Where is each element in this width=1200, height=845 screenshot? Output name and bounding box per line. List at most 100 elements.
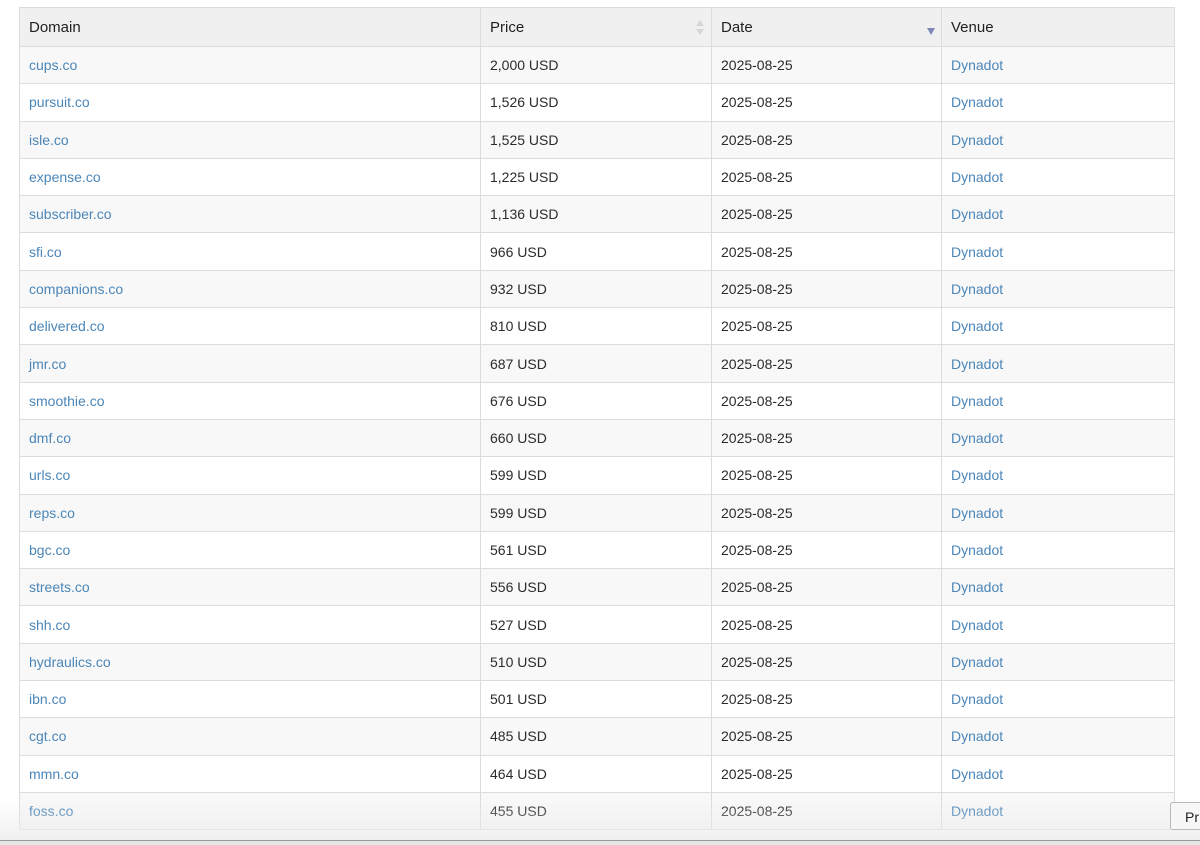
domain-link[interactable]: smoothie.co	[29, 393, 104, 409]
domain-link[interactable]: isle.co	[29, 132, 69, 148]
venue-cell: Dynadot	[941, 120, 1175, 159]
venue-cell: Dynadot	[941, 269, 1175, 309]
venue-link[interactable]: Dynadot	[951, 617, 1003, 633]
venue-link[interactable]: Dynadot	[951, 356, 1003, 372]
price-cell: 660 USD	[490, 430, 547, 447]
price-cell: 810 USD	[490, 318, 547, 335]
domain-link[interactable]: ibn.co	[29, 691, 66, 707]
date-cell: 2025-08-25	[721, 131, 793, 148]
column-header-date[interactable]: Date	[711, 7, 942, 47]
domain-link[interactable]: dmf.co	[29, 430, 71, 446]
venue-cell: Dynadot	[941, 83, 1175, 122]
price-cell: 561 USD	[490, 542, 547, 558]
venue-link[interactable]: Dynadot	[951, 206, 1003, 222]
venue-cell: Dynadot	[941, 307, 1175, 346]
column-header-price-label: Price	[490, 18, 525, 36]
venue-link[interactable]: Dynadot	[951, 691, 1003, 707]
date-cell: 2025-08-25	[721, 653, 793, 670]
domain-link[interactable]: subscriber.co	[29, 206, 111, 222]
domain-link[interactable]: shh.co	[29, 617, 70, 633]
venue-link[interactable]: Dynadot	[951, 169, 1003, 185]
venue-link[interactable]: Dynadot	[951, 393, 1003, 409]
price-cell: 932 USD	[480, 269, 712, 309]
domain-cell: streets.co	[19, 568, 481, 607]
domain-link[interactable]: expense.co	[29, 169, 101, 185]
date-cell: 2025-08-25	[721, 579, 793, 596]
column-header-price[interactable]: Price	[480, 7, 712, 47]
column-header-date-label: Date	[721, 18, 753, 36]
price-cell: 455 USD	[480, 791, 712, 831]
domain-cell: expense.co	[19, 157, 481, 197]
domain-link[interactable]: cgt.co	[29, 728, 66, 744]
venue-link[interactable]: Dynadot	[951, 318, 1003, 334]
domain-link[interactable]: delivered.co	[29, 318, 105, 334]
venue-link[interactable]: Dynadot	[951, 57, 1003, 73]
domain-link[interactable]: hydraulics.co	[29, 654, 111, 670]
date-cell: 2025-08-25	[711, 83, 942, 122]
column-header-venue[interactable]: Venue	[941, 7, 1175, 47]
domain-link[interactable]: mmn.co	[29, 766, 79, 782]
date-cell: 2025-08-25	[721, 803, 793, 820]
domain-link[interactable]: pursuit.co	[29, 94, 90, 110]
domain-link[interactable]: bgc.co	[29, 542, 70, 558]
venue-link[interactable]: Dynadot	[951, 505, 1003, 521]
next-page-button[interactable]: Pr	[1170, 802, 1200, 830]
venue-link[interactable]: Dynadot	[951, 244, 1003, 260]
price-cell: 676 USD	[490, 392, 547, 409]
domain-link[interactable]: companions.co	[29, 281, 123, 297]
venue-cell: Dynadot	[941, 157, 1175, 197]
venue-cell: Dynadot	[941, 568, 1175, 607]
domain-link[interactable]: jmr.co	[29, 356, 66, 372]
venue-link[interactable]: Dynadot	[951, 766, 1003, 782]
price-cell: 1,525 USD	[480, 120, 712, 159]
domain-cell: pursuit.co	[19, 83, 481, 122]
venue-cell: Dynadot	[941, 195, 1175, 234]
domain-link[interactable]: reps.co	[29, 505, 75, 521]
domain-link[interactable]: foss.co	[29, 803, 73, 819]
table-row: expense.co 1,225 USD 2025-08-25 Dynadot	[19, 157, 1175, 197]
venue-link[interactable]: Dynadot	[951, 542, 1003, 558]
venue-cell: Dynadot	[941, 530, 1175, 570]
date-cell: 2025-08-25	[721, 355, 793, 372]
price-cell: 501 USD	[490, 691, 547, 708]
price-cell: 2,000 USD	[490, 57, 559, 74]
table-header-row: Domain Price Date Venue	[19, 7, 1175, 47]
date-cell: 2025-08-25	[711, 493, 942, 532]
venue-cell: Dynadot	[941, 232, 1175, 271]
domain-link[interactable]: urls.co	[29, 467, 70, 483]
venue-link[interactable]: Dynadot	[951, 430, 1003, 446]
date-cell: 2025-08-25	[711, 717, 942, 756]
venue-link[interactable]: Dynadot	[951, 803, 1003, 819]
domain-link[interactable]: cups.co	[29, 57, 77, 73]
date-cell: 2025-08-25	[711, 418, 942, 458]
date-cell: 2025-08-25	[721, 542, 793, 558]
price-cell: 932 USD	[490, 280, 547, 297]
domain-cell: jmr.co	[19, 344, 481, 383]
domain-cell: cups.co	[19, 45, 481, 85]
price-cell: 599 USD	[490, 467, 547, 484]
page: Domain Price Date Venue cups.co 2,000 USD…	[0, 0, 1200, 845]
venue-link[interactable]: Dynadot	[951, 467, 1003, 483]
date-cell: 2025-08-25	[711, 680, 942, 719]
venue-cell: Dynadot	[941, 642, 1175, 682]
column-header-domain[interactable]: Domain	[19, 7, 481, 47]
domain-cell: companions.co	[19, 269, 481, 309]
bottom-border	[0, 840, 1200, 845]
venue-link[interactable]: Dynadot	[951, 281, 1003, 297]
price-cell: 660 USD	[480, 418, 712, 458]
venue-cell: Dynadot	[941, 717, 1175, 756]
venue-link[interactable]: Dynadot	[951, 94, 1003, 110]
venue-link[interactable]: Dynadot	[951, 728, 1003, 744]
venue-link[interactable]: Dynadot	[951, 579, 1003, 595]
domain-link[interactable]: streets.co	[29, 579, 90, 595]
sort-descending-icon	[927, 28, 935, 35]
table-row: pursuit.co 1,526 USD 2025-08-25 Dynadot	[19, 83, 1175, 122]
date-cell: 2025-08-25	[721, 57, 793, 74]
price-cell: 1,225 USD	[480, 157, 712, 197]
venue-link[interactable]: Dynadot	[951, 654, 1003, 670]
domain-link[interactable]: sfi.co	[29, 244, 62, 260]
venue-link[interactable]: Dynadot	[951, 132, 1003, 148]
price-cell: 599 USD	[480, 456, 712, 495]
venue-cell: Dynadot	[941, 680, 1175, 719]
date-cell: 2025-08-25	[711, 381, 942, 420]
